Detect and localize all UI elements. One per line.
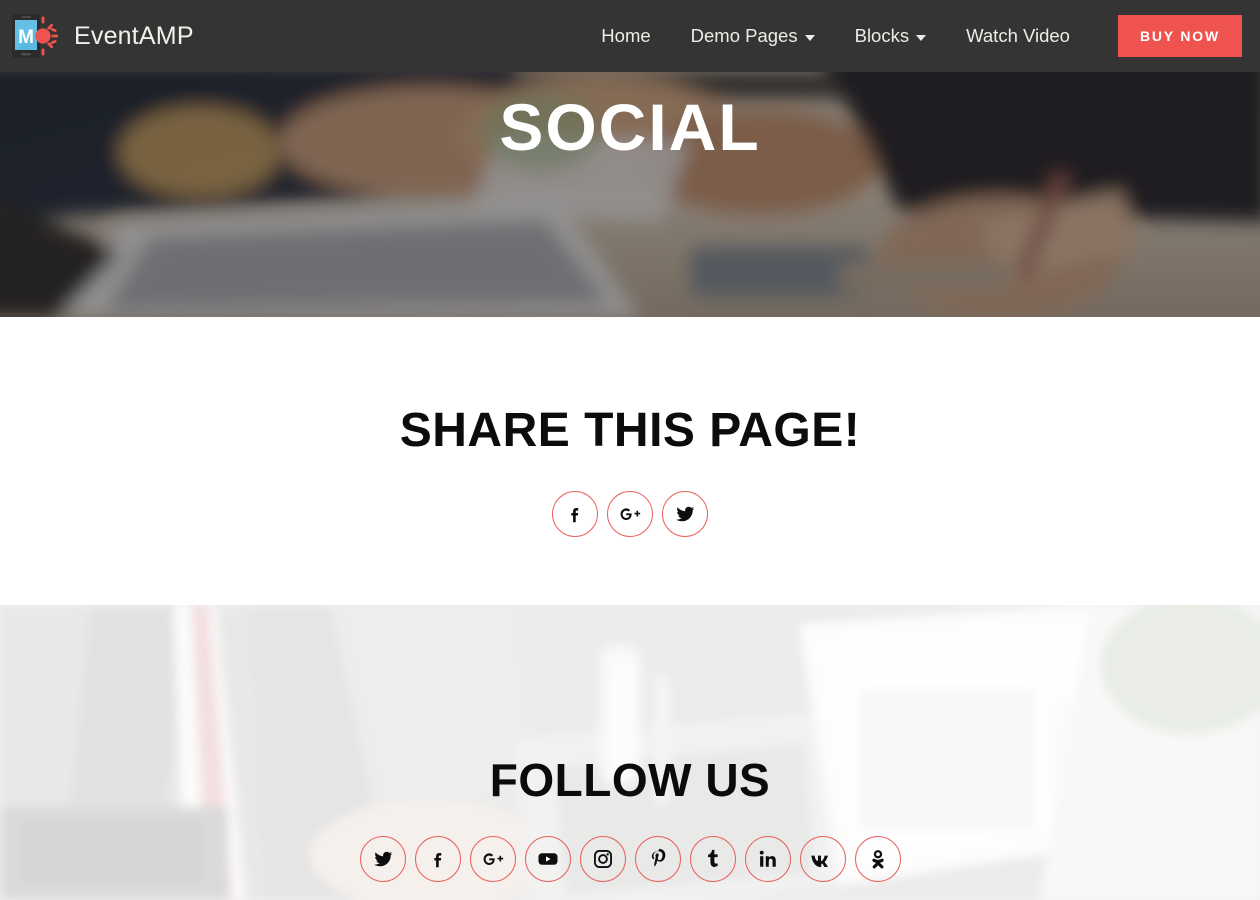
top-navigation-bar: M EventAMP Home Demo Pages Blocks Watch …: [0, 0, 1260, 72]
google-plus-icon[interactable]: [469, 836, 516, 882]
instagram-icon[interactable]: [579, 836, 626, 882]
tumblr-icon[interactable]: [689, 836, 736, 882]
youtube-icon[interactable]: [524, 836, 571, 882]
nav-links-group: Home Demo Pages Blocks Watch Video BUY N…: [581, 15, 1242, 57]
buy-now-button[interactable]: BUY NOW: [1117, 15, 1242, 57]
nav-item-label: Blocks: [854, 25, 910, 46]
follow-icons-row: [359, 836, 901, 882]
follow-section: FOLLOW US: [0, 605, 1260, 900]
pinterest-icon[interactable]: [634, 836, 681, 882]
nav-item-home[interactable]: Home: [581, 15, 670, 57]
nav-item-blocks[interactable]: Blocks: [835, 15, 947, 57]
facebook-icon[interactable]: [414, 836, 461, 882]
vk-icon[interactable]: [799, 836, 846, 882]
page-title: SOCIAL: [499, 90, 761, 164]
facebook-icon[interactable]: [552, 491, 598, 537]
nav-item-label: Home: [601, 25, 651, 46]
mobile-phone-with-m-and-sunburst-icon: M: [10, 11, 59, 61]
share-section: SHARE THIS PAGE!: [0, 317, 1260, 605]
share-section-title: SHARE THIS PAGE!: [399, 404, 861, 457]
twitter-icon[interactable]: [662, 491, 708, 537]
chevron-down-icon: [804, 34, 815, 41]
nav-item-demo-pages[interactable]: Demo Pages: [671, 15, 835, 57]
nav-item-label: Watch Video: [966, 25, 1070, 46]
nav-item-label: Demo Pages: [690, 25, 798, 46]
twitter-icon[interactable]: [359, 836, 406, 882]
brand-logo-group[interactable]: M EventAMP: [10, 11, 194, 61]
linkedin-icon[interactable]: [744, 836, 791, 882]
svg-text:M: M: [18, 27, 34, 48]
nav-item-watch-video[interactable]: Watch Video: [946, 15, 1090, 57]
chevron-down-icon: [916, 34, 927, 41]
share-icons-row: [552, 491, 708, 537]
google-plus-icon[interactable]: [607, 491, 653, 537]
follow-section-title: FOLLOW US: [489, 754, 771, 806]
odnoklassniki-icon[interactable]: [854, 836, 901, 882]
brand-name-text: EventAMP: [74, 21, 194, 50]
hero-banner: SOCIAL: [0, 72, 1260, 317]
